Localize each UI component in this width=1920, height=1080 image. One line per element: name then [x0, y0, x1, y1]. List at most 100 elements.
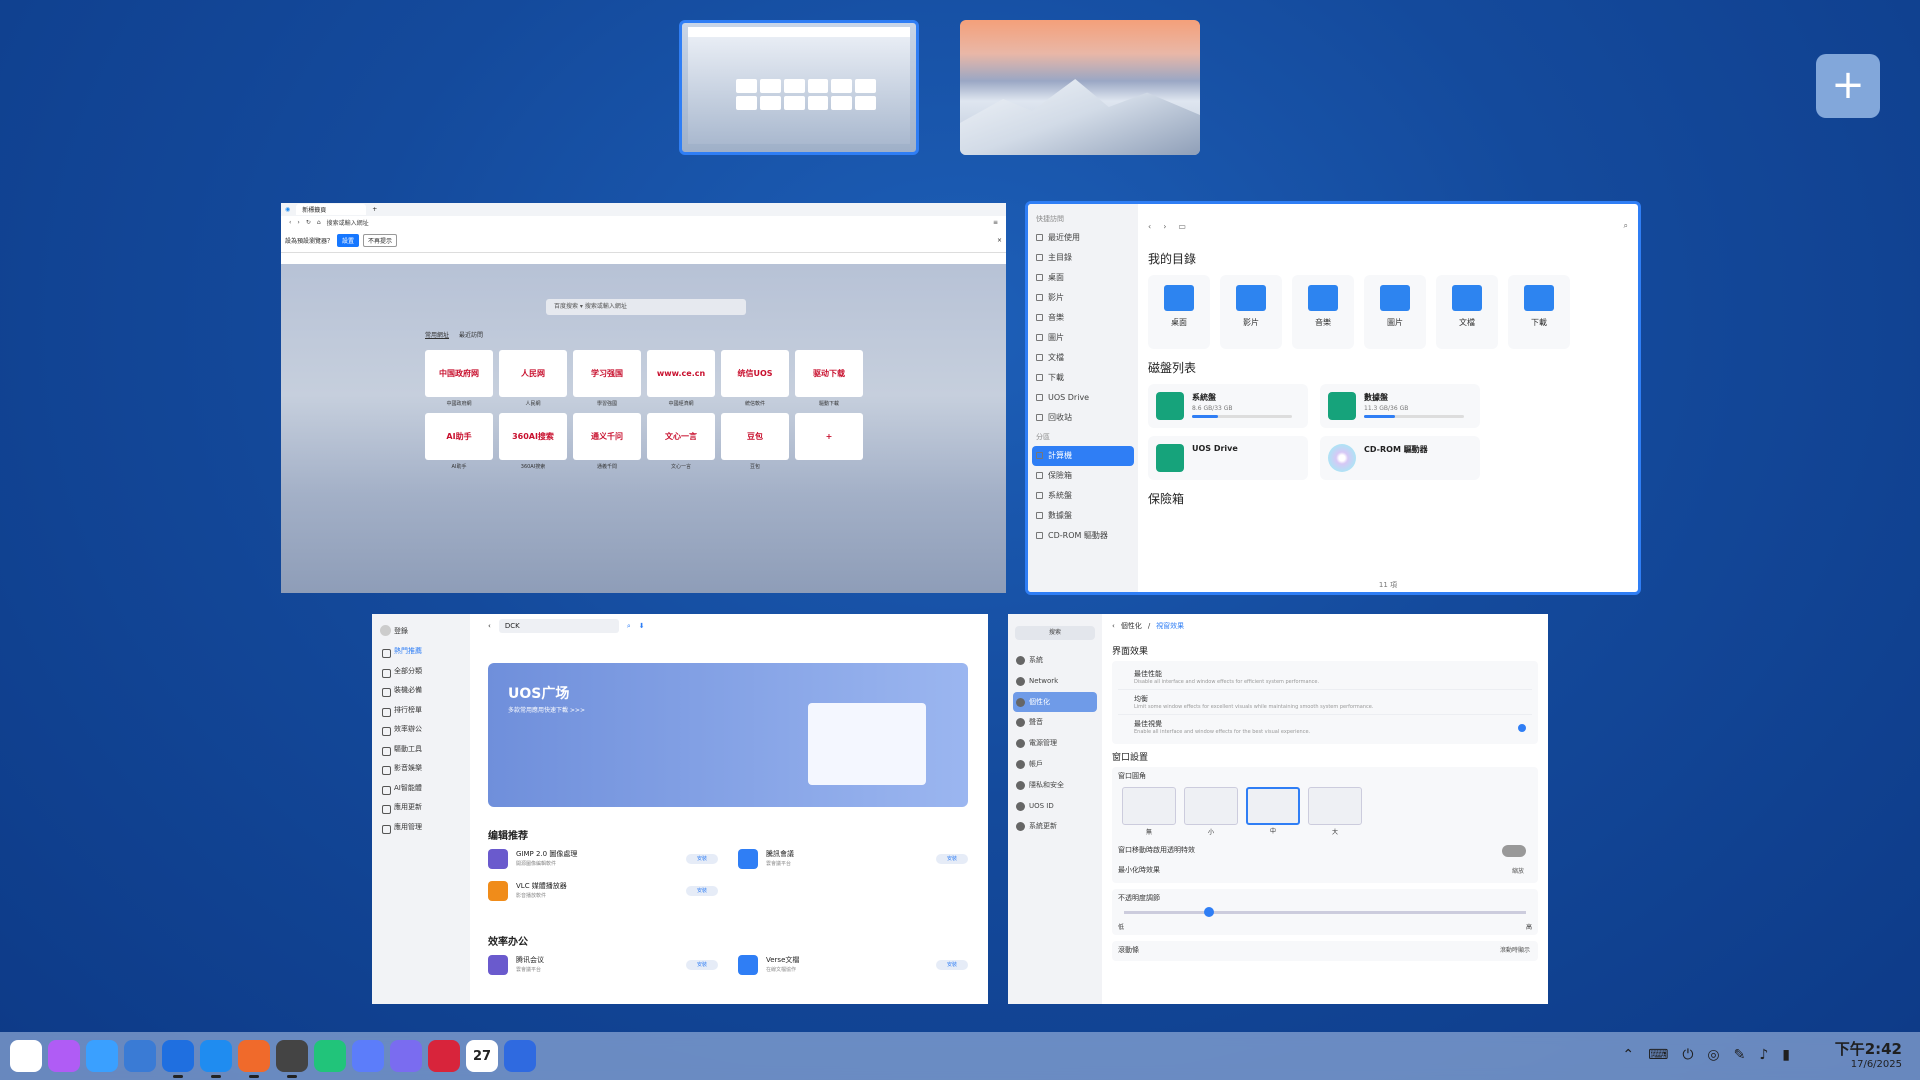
pen-icon[interactable]: ✎	[1734, 1047, 1746, 1063]
folder-item[interactable]: 下載	[1508, 275, 1570, 349]
back-icon[interactable]: ‹	[1112, 622, 1115, 630]
settings-sidebar-item[interactable]: UOS ID	[1013, 796, 1097, 817]
speed-dial-tile[interactable]: 文心一言 文心一言	[647, 413, 715, 470]
multitask-icon[interactable]	[124, 1040, 156, 1072]
settings-window[interactable]: 搜索 系統 Network 個性化 聲音 電源管理 帳戶 隱私和安全 UOS ID 系統更新 ‹…	[1008, 614, 1548, 1004]
settings-sidebar-item[interactable]: 系統更新	[1013, 816, 1097, 837]
settings-sidebar-item[interactable]: Network	[1013, 671, 1097, 692]
store-sidebar-item[interactable]: 排行榜單	[380, 701, 462, 721]
store-sidebar-item[interactable]: 影音娛樂	[380, 759, 462, 779]
menu-icon[interactable]: ≡	[993, 219, 998, 226]
corner-option[interactable]: 大	[1308, 787, 1362, 836]
speed-dial-tile[interactable]: 通义千问 通義千問	[573, 413, 641, 470]
transparent-move-toggle[interactable]	[1502, 845, 1526, 857]
install-button[interactable]: 安裝	[686, 854, 718, 864]
app-store-window[interactable]: 登錄 熱門推薦 全部分類 裝機必備 排行榜單 效率辦公 驅動工具 影音娛樂 AI智能體 應用更新…	[372, 614, 988, 1004]
store-sidebar-item[interactable]: 全部分類	[380, 662, 462, 682]
user-login[interactable]: 登錄	[380, 620, 462, 642]
speed-dial-tile[interactable]: 豆包 豆包	[721, 413, 789, 470]
disk-item[interactable]: 系統盤 8.6 GB/33 GB	[1148, 384, 1308, 428]
settings-sidebar-item[interactable]: 系統	[1013, 650, 1097, 671]
keyboard-icon[interactable]: ⌨	[1648, 1047, 1668, 1063]
workspace-1-thumbnail[interactable]	[679, 20, 919, 155]
workspace-2-thumbnail[interactable]	[960, 20, 1200, 155]
store-sidebar-item[interactable]: 熱門推薦	[380, 642, 462, 662]
sidebar-item[interactable]: 最近使用	[1032, 228, 1134, 248]
add-workspace-button[interactable]: +	[1816, 54, 1880, 118]
settings-sidebar-item[interactable]: 隱私和安全	[1013, 775, 1097, 796]
disk-item[interactable]: 數據盤 11.3 GB/36 GB	[1320, 384, 1480, 428]
file-manager-icon[interactable]	[162, 1040, 194, 1078]
search-box[interactable]: 百度搜索 ▾ 搜索或輸入網址	[546, 299, 746, 315]
effect-option[interactable]: 最佳性能 Disable all interface and window eff…	[1118, 665, 1532, 690]
sidebar-item[interactable]: CD-ROM 驅動器	[1032, 526, 1134, 546]
network-icon[interactable]: ◎	[1707, 1047, 1719, 1063]
close-infobar-icon[interactable]: ×	[997, 237, 1002, 244]
settings-search-input[interactable]: 搜索	[1015, 626, 1095, 640]
folder-item[interactable]: 音樂	[1292, 275, 1354, 349]
not-now-button[interactable]: 不再提示	[363, 234, 398, 247]
effect-option[interactable]: 最佳視覺 Enable all interface and window effe…	[1118, 715, 1532, 740]
minimize-effect-select[interactable]: 縮放	[1512, 863, 1524, 881]
store-sidebar-item[interactable]: 裝機必備	[380, 681, 462, 701]
settings-icon[interactable]	[276, 1040, 308, 1078]
browser-tab[interactable]: 新標籤頁	[296, 204, 367, 215]
store-sidebar-item[interactable]: AI智能體	[380, 779, 462, 799]
address-bar[interactable]: ‹ › ↻ ⌂ 搜索或輸入網址 ≡	[281, 216, 1006, 229]
speed-dial-tile[interactable]: 人民网 人民網	[499, 350, 567, 407]
back-icon[interactable]: ‹	[488, 622, 491, 630]
tab-recent[interactable]: 最近訪問	[459, 330, 483, 339]
sidebar-item[interactable]: 回收站	[1032, 408, 1134, 428]
ai-icon[interactable]	[48, 1040, 80, 1072]
computer-icon[interactable]: ▭	[1178, 222, 1186, 231]
forward-icon[interactable]: ›	[297, 219, 299, 226]
mail-icon[interactable]	[390, 1040, 422, 1072]
sidebar-item[interactable]: 桌面	[1032, 268, 1134, 288]
sidebar-item[interactable]: 音樂	[1032, 308, 1134, 328]
app-store-icon[interactable]	[238, 1040, 270, 1078]
store-banner[interactable]: UOS广场 多款常用應用快速下載 >>>	[488, 663, 968, 807]
sidebar-item[interactable]: 圖片	[1032, 328, 1134, 348]
install-button[interactable]: 安裝	[686, 886, 718, 896]
speed-dial-tile[interactable]: 中国政府网 中國政府網	[425, 350, 493, 407]
install-button[interactable]: 安裝	[936, 854, 968, 864]
effect-option[interactable]: 均衡 Limit some window effects for excellen…	[1118, 690, 1532, 715]
install-button[interactable]: 安裝	[686, 960, 718, 970]
home-icon[interactable]: ⌂	[317, 219, 321, 226]
corner-option[interactable]: 無	[1122, 787, 1176, 836]
sidebar-item[interactable]: 數據盤	[1032, 506, 1134, 526]
download-icon[interactable]: ⬇	[639, 622, 645, 630]
search-icon[interactable]: ⌕	[627, 622, 631, 631]
back-icon[interactable]: ‹	[1148, 222, 1151, 231]
folder-item[interactable]: 文檔	[1436, 275, 1498, 349]
search-icon[interactable]: ⌕	[1624, 221, 1628, 231]
app-list-item[interactable]: VLC 媒體播放器 影音播放軟件 安裝	[488, 878, 718, 904]
settings-sidebar-item[interactable]: 帳戶	[1013, 754, 1097, 775]
settings-sidebar-item[interactable]: 個性化	[1013, 691, 1097, 713]
sidebar-item[interactable]: 系統盤	[1032, 486, 1134, 506]
speed-dial-tile[interactable]: 学习强国 學習強國	[573, 350, 641, 407]
corner-option[interactable]: 小	[1184, 787, 1238, 836]
reload-icon[interactable]: ↻	[306, 219, 311, 226]
battery-icon[interactable]: ▮	[1782, 1047, 1790, 1063]
new-tab-icon[interactable]: +	[372, 206, 377, 213]
speed-dial-tile[interactable]: www.ce.cn 中國經濟網	[647, 350, 715, 407]
settings-sidebar-item[interactable]: 聲音	[1013, 712, 1097, 733]
sidebar-item[interactable]: 影片	[1032, 288, 1134, 308]
speed-dial-tile[interactable]: 360AI搜索 360AI搜索	[499, 413, 567, 470]
folder-item[interactable]: 圖片	[1364, 275, 1426, 349]
speed-dial-tile[interactable]: +	[795, 413, 863, 460]
notes-icon[interactable]	[352, 1040, 384, 1072]
phone-icon[interactable]	[504, 1040, 536, 1072]
store-sidebar-item[interactable]: 應用管理	[380, 818, 462, 838]
store-sidebar-item[interactable]: 效率辦公	[380, 720, 462, 740]
disk-item[interactable]: UOS Drive	[1148, 436, 1308, 480]
breadcrumb-parent[interactable]: 個性化	[1121, 621, 1142, 631]
sidebar-item[interactable]: 下載	[1032, 368, 1134, 388]
calendar-icon[interactable]: 27	[466, 1040, 498, 1072]
scrollbar-select[interactable]: 滾動時顯示	[1500, 945, 1530, 954]
browser-window[interactable]: ◉ 新標籤頁 + ‹ › ↻ ⌂ 搜索或輸入網址 ≡ 設為預設瀏覽器？ 設置 不…	[281, 203, 1006, 593]
opacity-slider[interactable]	[1124, 907, 1526, 917]
tab-frequent[interactable]: 常用網址	[425, 330, 449, 339]
app-list-item[interactable]: 腾讯会议 雲會議平台 安裝	[488, 952, 718, 978]
